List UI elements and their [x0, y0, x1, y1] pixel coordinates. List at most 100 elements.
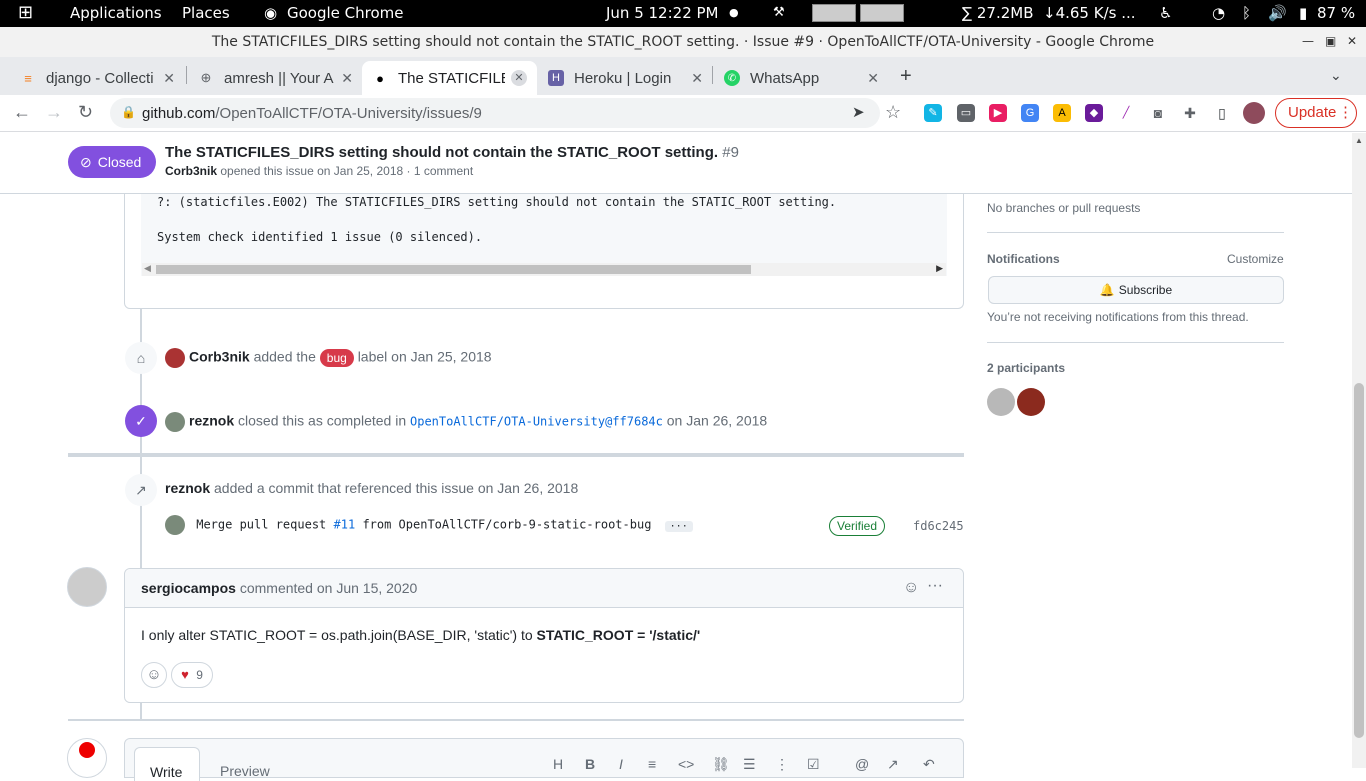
new-tab-icon[interactable]: + — [900, 65, 912, 88]
scroll-thumb[interactable] — [156, 265, 751, 274]
commit-msg-post[interactable]: from OpenToAllCTF/corb-9-static-root-bug — [362, 518, 651, 532]
extension-translate-icon[interactable]: G — [1021, 104, 1039, 122]
close-tab-icon[interactable]: ✕ — [341, 70, 353, 87]
event-user[interactable]: reznok — [165, 480, 210, 496]
participant-avatar[interactable] — [987, 388, 1015, 416]
numbered-list-icon[interactable]: ⋮ — [775, 756, 789, 773]
verified-badge[interactable]: Verified — [829, 516, 885, 536]
subscribe-button[interactable]: 🔔 Subscribe — [988, 276, 1284, 304]
maximize-icon[interactable]: ▣ — [1325, 34, 1336, 48]
address-bar[interactable]: 🔒 github.com/OpenToAllCTF/OTA-University… — [110, 98, 880, 128]
comment-options-icon[interactable]: ··· — [927, 577, 943, 595]
page-scroll-thumb[interactable] — [1354, 383, 1364, 738]
issue-author-link[interactable]: Corb3nik — [165, 164, 217, 178]
tag-icon: ⌂ — [125, 342, 157, 374]
extensions-puzzle-icon[interactable]: ✚ — [1181, 104, 1199, 122]
bold-icon[interactable]: B — [585, 756, 595, 772]
quote-icon[interactable]: ≡ — [648, 756, 656, 772]
issue-title-text: The STATICFILES_DIRS setting should not … — [165, 144, 719, 161]
undo-icon[interactable]: ↶ — [923, 756, 935, 773]
preview-tab[interactable]: Preview — [205, 747, 285, 781]
extension-grad-icon[interactable]: ◆ — [1085, 104, 1103, 122]
tab-heroku[interactable]: H Heroku | Login ✕ — [538, 61, 713, 95]
extension-a-icon[interactable]: A — [1053, 104, 1071, 122]
add-reaction-icon[interactable]: ☺ — [903, 579, 919, 597]
close-tab-icon[interactable]: ✕ — [163, 70, 175, 87]
commenter-avatar[interactable] — [67, 567, 107, 607]
bug-label[interactable]: bug — [319, 348, 354, 367]
expand-commit-button[interactable]: ··· — [664, 520, 693, 532]
user-avatar[interactable] — [165, 348, 185, 368]
tab-amresh[interactable]: ⊕ amresh || Your A ✕ — [188, 61, 363, 95]
extension-feather-icon[interactable]: ✎ — [924, 104, 942, 122]
applications-menu[interactable]: Applications — [70, 4, 162, 22]
places-menu[interactable]: Places — [182, 4, 230, 22]
commit-sha-link[interactable]: fd6c245 — [913, 519, 964, 533]
commit-avatar[interactable] — [165, 515, 185, 535]
url-text[interactable]: github.com/OpenToAllCTF/OTA-University/i… — [142, 105, 482, 122]
accessibility-icon[interactable]: ♿ — [1159, 4, 1172, 22]
event-user[interactable]: Corb3nik — [189, 349, 250, 365]
close-tab-icon[interactable]: ✕ — [511, 70, 527, 86]
code-line: System check identified 1 issue (0 silen… — [157, 230, 483, 244]
kebab-menu-icon[interactable]: ⋮ — [1338, 103, 1353, 121]
comment-author-link[interactable]: sergiocampos — [141, 580, 236, 596]
apps-grid-icon[interactable]: ⊞ — [18, 2, 33, 23]
update-chrome-button[interactable]: Update ⋮ — [1275, 98, 1357, 128]
profile-avatar[interactable] — [1243, 102, 1265, 124]
battery-icon[interactable]: ▮ — [1299, 4, 1307, 22]
close-window-icon[interactable]: ✕ — [1347, 34, 1357, 48]
commit-ref-link[interactable]: OpenToAllCTF/OTA-University@ff7684c — [410, 415, 663, 429]
extension-camera-icon[interactable]: ◙ — [1149, 104, 1167, 122]
scroll-up-arrow[interactable]: ▲ — [1355, 136, 1363, 145]
participant-avatar[interactable] — [1017, 388, 1045, 416]
heart-reaction-button[interactable]: ♥ 9 — [171, 662, 213, 688]
code-icon[interactable]: <> — [678, 756, 694, 772]
extension-pen-icon[interactable]: ╱ — [1117, 104, 1135, 122]
pr-link[interactable]: #11 — [334, 518, 356, 532]
extension-screen-icon[interactable]: ▭ — [957, 104, 975, 122]
commit-msg-pre[interactable]: Merge pull request — [196, 518, 326, 532]
code-horizontal-scrollbar[interactable]: ◀ ▶ — [142, 263, 946, 276]
tab-django[interactable]: ≡ django - Collecti ✕ — [10, 61, 185, 95]
comment-timestamp[interactable]: commented on Jun 15, 2020 — [240, 580, 417, 596]
volume-icon[interactable]: 🔊 — [1268, 4, 1287, 22]
side-panel-icon[interactable]: ▯ — [1213, 104, 1231, 122]
bookmark-star-icon[interactable]: ☆ — [885, 102, 901, 123]
tab-github-issue[interactable]: ● The STATICFILE ✕ — [362, 61, 537, 95]
scroll-right-arrow[interactable]: ▶ — [936, 263, 943, 274]
bluetooth-icon[interactable]: ᛒ — [1242, 4, 1251, 22]
mem-graph — [860, 4, 904, 22]
scroll-left-arrow[interactable]: ◀ — [144, 263, 151, 274]
write-tab[interactable]: Write — [134, 747, 200, 781]
task-list-icon[interactable]: ☑ — [807, 756, 820, 773]
event-user[interactable]: reznok — [189, 413, 234, 429]
back-icon[interactable]: ← — [13, 102, 31, 123]
user-avatar[interactable] — [165, 412, 185, 432]
clock[interactable]: Jun 5 12:22 PM — [606, 4, 719, 22]
tools-icon[interactable]: ⚒ — [773, 5, 785, 20]
italic-icon[interactable]: I — [619, 756, 623, 772]
send-icon[interactable]: ➤ — [852, 103, 865, 121]
mention-icon[interactable]: @ — [855, 756, 869, 772]
page-vertical-scrollbar[interactable]: ▲ — [1352, 133, 1366, 768]
minimize-icon[interactable]: — — [1302, 34, 1314, 48]
close-tab-icon[interactable]: ✕ — [691, 70, 703, 87]
extension-play-icon[interactable]: ▶ — [989, 104, 1007, 122]
lock-icon[interactable]: 🔒 — [121, 105, 136, 119]
link-icon[interactable]: ⛓ — [712, 756, 730, 773]
tab-whatsapp[interactable]: ✆ WhatsApp ✕ — [714, 61, 889, 95]
customize-link[interactable]: Customize — [1227, 252, 1284, 266]
close-tab-icon[interactable]: ✕ — [867, 70, 879, 87]
add-reaction-button[interactable]: ☺ — [141, 662, 167, 688]
current-user-avatar[interactable] — [67, 738, 107, 778]
tab-search-icon[interactable]: ⌄ — [1330, 67, 1342, 84]
forward-icon[interactable]: → — [45, 102, 63, 123]
active-app-name[interactable]: Google Chrome — [287, 4, 404, 22]
bullet-list-icon[interactable]: ☰ — [743, 756, 756, 773]
heading-icon[interactable]: H — [553, 756, 563, 772]
reference-icon[interactable]: ↗ — [887, 756, 899, 773]
reload-icon[interactable]: ↻ — [78, 102, 93, 123]
comment-body: I only alter STATIC_ROOT = os.path.join(… — [141, 627, 700, 643]
wifi-icon[interactable]: ◔ — [1212, 4, 1225, 22]
